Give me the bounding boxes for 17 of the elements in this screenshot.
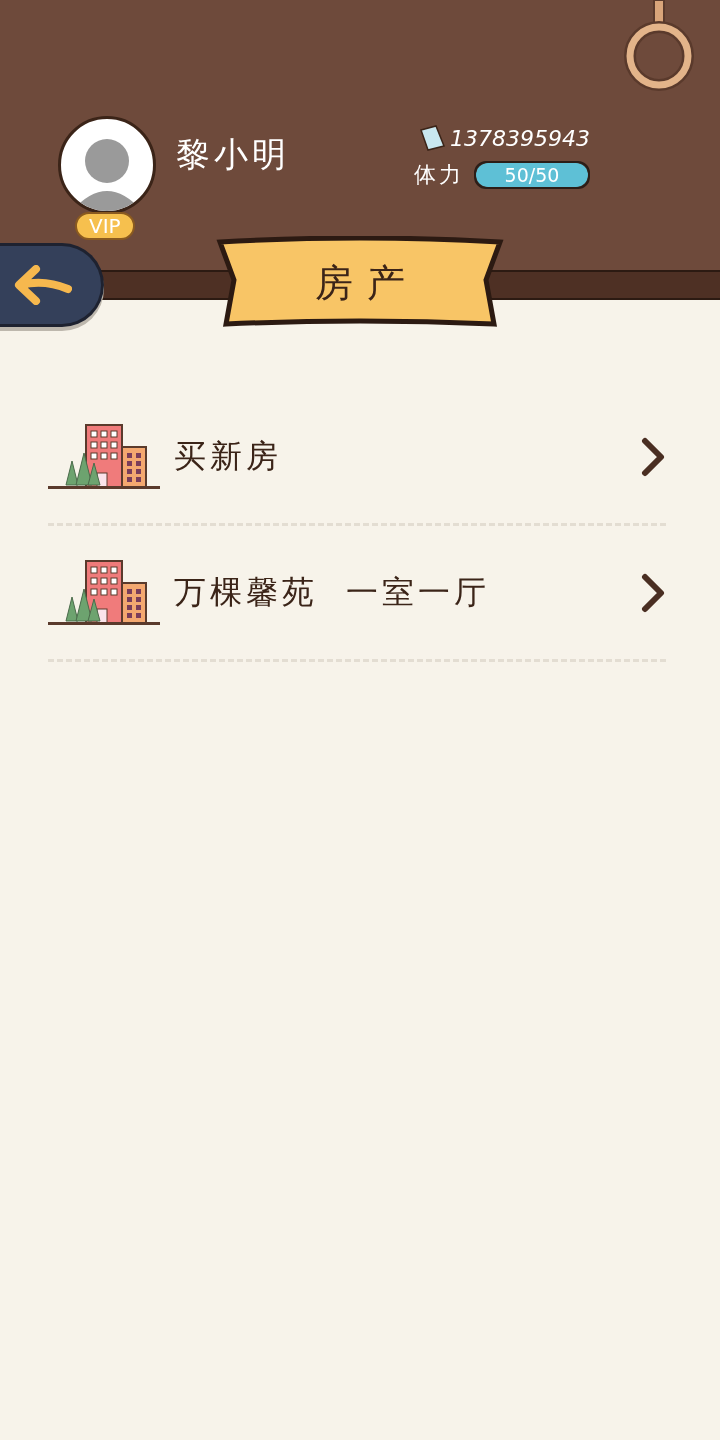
property-label: 万棵馨苑 一室一厅 bbox=[174, 571, 491, 613]
stamina-label: 体力 bbox=[414, 161, 464, 189]
vip-badge: VIP bbox=[75, 212, 135, 240]
property-row[interactable]: 买新房 bbox=[48, 390, 666, 526]
player-name: 黎小明 bbox=[176, 133, 290, 176]
ring-icon[interactable] bbox=[624, 0, 694, 92]
buildings-icon bbox=[48, 422, 160, 491]
property-label: 买新房 bbox=[174, 435, 282, 477]
banknote-icon bbox=[418, 124, 446, 152]
stamina-reading: 50/50 bbox=[503, 163, 561, 187]
buildings-icon bbox=[48, 558, 160, 627]
chevron-right-icon bbox=[640, 572, 666, 613]
back-arrow-icon bbox=[14, 265, 72, 305]
money-amount: 1378395943 bbox=[450, 125, 590, 151]
page-title: 房产 bbox=[314, 259, 419, 307]
property-row[interactable]: 万棵馨苑 一室一厅 bbox=[48, 526, 666, 662]
chevron-right-icon bbox=[640, 436, 666, 477]
